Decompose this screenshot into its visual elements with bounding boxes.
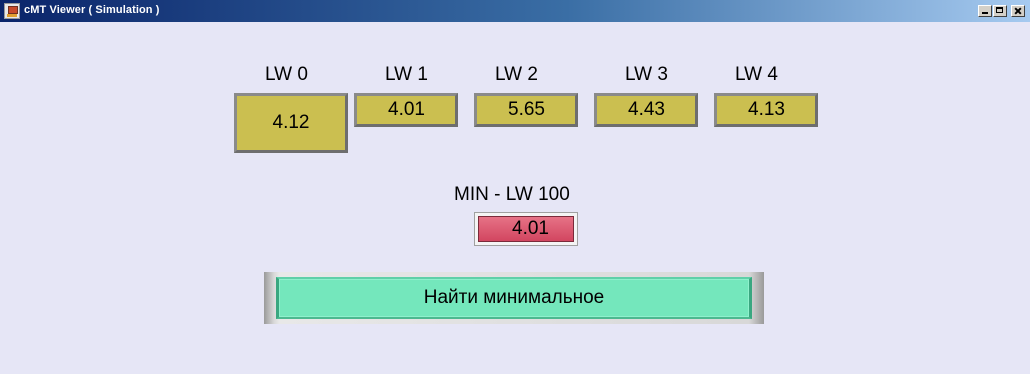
min-result-value: 4.01 [512,218,549,239]
window-titlebar[interactable]: cMT Viewer ( Simulation ) [0,0,1030,22]
find-min-button[interactable]: Найти минимальное [276,277,752,319]
min-result-display: 4.01 [474,212,578,246]
register-label-lw3: LW 3 [625,64,668,85]
register-input-lw1[interactable]: 4.01 [354,93,458,127]
register-input-lw2[interactable]: 5.65 [474,93,578,127]
register-label-lw2: LW 2 [495,64,538,85]
window-title: cMT Viewer ( Simulation ) [24,4,160,16]
register-value-lw0: 4.12 [272,112,310,133]
register-input-lw0[interactable]: 4.12 [234,93,348,153]
find-min-button-frame: Найти минимальное [264,272,764,324]
maximize-icon[interactable] [993,5,1007,17]
register-input-lw4[interactable]: 4.13 [714,93,818,127]
register-value-lw2: 5.65 [508,99,545,120]
close-icon[interactable] [1011,5,1025,17]
min-result-label: MIN - LW 100 [454,184,570,205]
register-input-lw3[interactable]: 4.43 [594,93,698,127]
hmi-screen: LW 0 LW 1 LW 2 LW 3 LW 4 4.12 4.01 5.65 … [0,22,1030,374]
register-value-lw4: 4.13 [748,99,785,120]
register-label-lw4: LW 4 [735,64,778,85]
minimize-icon[interactable] [978,5,992,17]
register-label-lw1: LW 1 [385,64,428,85]
min-result-field: 4.01 [478,216,574,242]
register-value-lw1: 4.01 [388,99,425,120]
cmt-viewer-icon[interactable] [4,3,20,19]
register-label-lw0: LW 0 [265,64,308,85]
register-value-lw3: 4.43 [628,99,665,120]
